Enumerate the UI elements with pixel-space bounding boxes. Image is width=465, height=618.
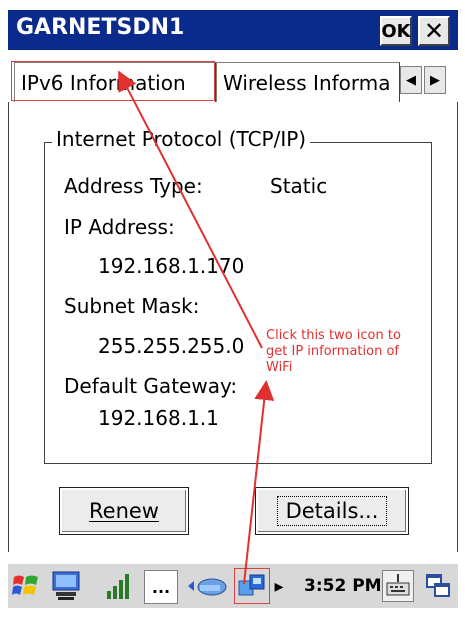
default-gateway-label: Default Gateway: — [64, 374, 238, 398]
tray-expand-arrow-icon[interactable]: ▸ — [272, 570, 286, 602]
signal-strength-icon[interactable] — [102, 570, 134, 602]
ip-address-label: IP Address: — [64, 215, 175, 239]
group-title: Internet Protocol (TCP/IP) — [52, 127, 311, 151]
ok-button[interactable]: OK — [380, 16, 412, 46]
title-bar: GARNETSDN1 OK ✕ — [8, 10, 458, 50]
close-button[interactable]: ✕ — [418, 16, 450, 46]
details-button[interactable]: Details... — [255, 487, 409, 535]
window-title: GARNETSDN1 — [16, 15, 185, 40]
subnet-mask-label: Subnet Mask: — [64, 294, 200, 318]
address-type-value: Static — [270, 174, 328, 198]
network-connection-icon[interactable] — [50, 570, 82, 602]
arrow-right-icon: ▶ — [430, 72, 440, 88]
switch-windows-icon[interactable] — [422, 570, 454, 602]
subnet-mask-value: 255.255.255.0 — [98, 334, 245, 358]
wifi-status-icon[interactable] — [234, 568, 270, 604]
tab-wireless-information[interactable]: Wireless Informa — [216, 62, 400, 102]
taskbar: ... ▸ 3:52 PM — [8, 562, 458, 608]
keyboard-icon[interactable] — [382, 570, 414, 602]
arrow-left-icon: ◀ — [406, 72, 416, 88]
wifi-connection-icon[interactable] — [186, 570, 230, 602]
app-window: GARNETSDN1 OK ✕ IPv6 Information Wireles… — [0, 0, 465, 618]
ip-address-value: 192.168.1.170 — [98, 254, 245, 278]
renew-button-label: Renew — [89, 499, 159, 523]
address-type-label: Address Type: — [64, 174, 203, 198]
default-gateway-value: 192.168.1.1 — [98, 406, 219, 430]
tab-scroll-left-button[interactable]: ◀ — [400, 66, 422, 94]
tab-scroll-right-button[interactable]: ▶ — [424, 66, 446, 94]
close-icon: ✕ — [423, 17, 445, 45]
annotation-callout: Click this two icon to get IP informatio… — [266, 328, 401, 375]
renew-button[interactable]: Renew — [59, 487, 189, 535]
details-button-label: Details... — [276, 496, 388, 526]
clock[interactable]: 3:52 PM — [304, 576, 382, 596]
more-icons-button[interactable]: ... — [144, 570, 178, 604]
tab-highlight-box — [11, 61, 215, 101]
start-windows-flag-icon[interactable] — [10, 570, 42, 602]
